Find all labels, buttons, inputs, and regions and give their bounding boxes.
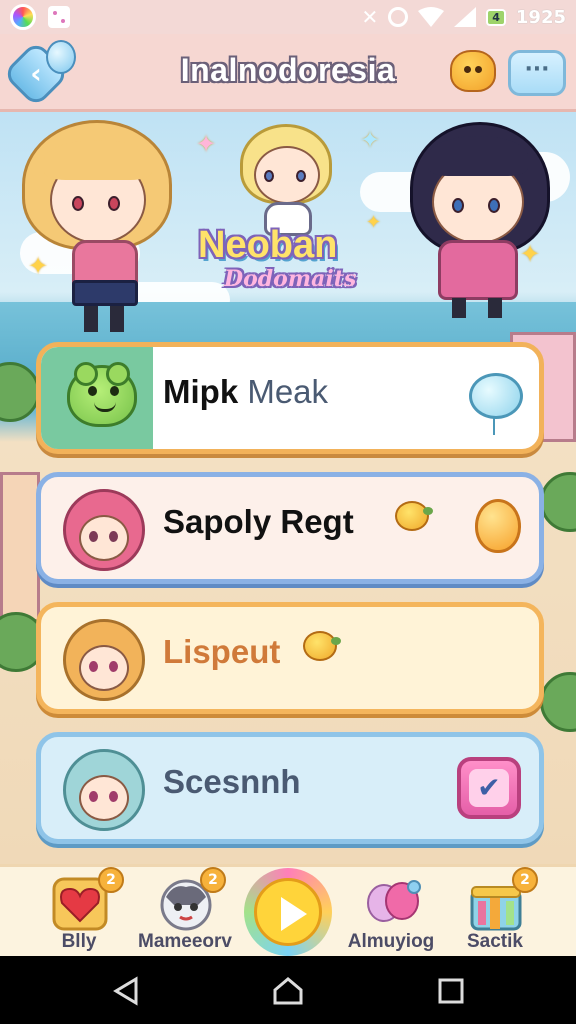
chick-icon (303, 631, 341, 661)
menu-card-4[interactable]: Scesnnh ✔ (36, 732, 544, 844)
heart-balloon-icon (469, 373, 523, 435)
nav-item-sactik[interactable]: 2 Sactik (440, 867, 550, 959)
bear-hood-avatar-icon (63, 619, 145, 701)
tree (540, 672, 576, 732)
page-title: Inalnodoresia (180, 52, 396, 88)
alarm-icon (388, 7, 409, 27)
wifi-icon (418, 7, 445, 27)
badge-count: 2 (98, 867, 124, 893)
menu-label: Mipk Meak (163, 373, 328, 411)
checkmark-icon: ✔ (469, 769, 509, 807)
checkbox[interactable]: ✔ (457, 757, 521, 819)
nav-label: Sactik (467, 931, 523, 952)
sparkle-icon: ✦ (196, 130, 217, 158)
character-right (404, 122, 554, 318)
system-nav-bar (0, 956, 576, 1024)
sparkle-icon: ✦ (360, 126, 381, 154)
menu-label: Sapoly Regt (163, 503, 354, 540)
character-middle (240, 124, 336, 236)
teal-hair-avatar-icon (63, 749, 145, 831)
sparkle-icon: ✦ (28, 252, 49, 280)
no-signal-icon: ✕ (361, 5, 379, 29)
mascot-icon[interactable] (450, 50, 496, 92)
play-icon (281, 897, 307, 931)
cell-signal-icon (454, 7, 477, 27)
menu-card-1[interactable]: Mipk Meak (36, 342, 544, 454)
menu-card-3[interactable]: Lispeut (36, 602, 544, 714)
nav-label: Blly (61, 931, 97, 952)
system-back-icon[interactable] (112, 976, 140, 1006)
house (0, 472, 40, 622)
badge-count: 2 (512, 867, 538, 893)
system-recents-icon[interactable] (438, 978, 464, 1004)
battery-icon: 4 (486, 8, 506, 26)
clock-time: 1925 (515, 6, 566, 28)
nav-item-blly[interactable]: 2 Blly (24, 867, 134, 959)
dice-notification-icon (48, 6, 70, 28)
balloons-icon (364, 877, 421, 931)
character-left (14, 120, 184, 332)
play-button[interactable] (244, 868, 332, 956)
nav-item-mameeorv[interactable]: 2 Mameeorv (130, 867, 240, 959)
menu-label: Scesnnh (163, 763, 301, 800)
nav-label: Almuyiog (347, 931, 435, 952)
pink-hair-avatar-icon (63, 489, 145, 571)
more-options-button[interactable]: ··· (508, 50, 566, 96)
menu-card-2[interactable]: Sapoly Regt (36, 472, 544, 584)
logo-subtitle: Dodomaits (224, 266, 357, 292)
system-home-icon[interactable] (272, 976, 304, 1006)
orange-balloon-icon (475, 499, 521, 553)
nav-item-almuyiog[interactable]: Almuyiog (336, 867, 446, 959)
frog-avatar-icon (67, 362, 137, 427)
balloon-icon (46, 40, 76, 74)
status-bar: ✕ 4 1925 (0, 0, 576, 34)
menu-label-accent: Meak (247, 373, 329, 410)
logo-title: Neoban (198, 224, 338, 266)
menu-label: Lispeut (163, 633, 281, 670)
nav-label: Mameeorv (138, 931, 232, 952)
badge-count: 2 (200, 867, 226, 893)
game-logo: Neoban Dodomaits (192, 224, 382, 306)
app-header: ‹ Inalnodoresia ··· (0, 34, 576, 112)
chick-icon (395, 501, 433, 531)
sparkle-icon: ✦ (520, 240, 541, 268)
menu-label-main: Mipk (163, 373, 239, 410)
tree (540, 472, 576, 532)
app-notification-icon (10, 4, 36, 30)
play-button-face (254, 878, 322, 946)
